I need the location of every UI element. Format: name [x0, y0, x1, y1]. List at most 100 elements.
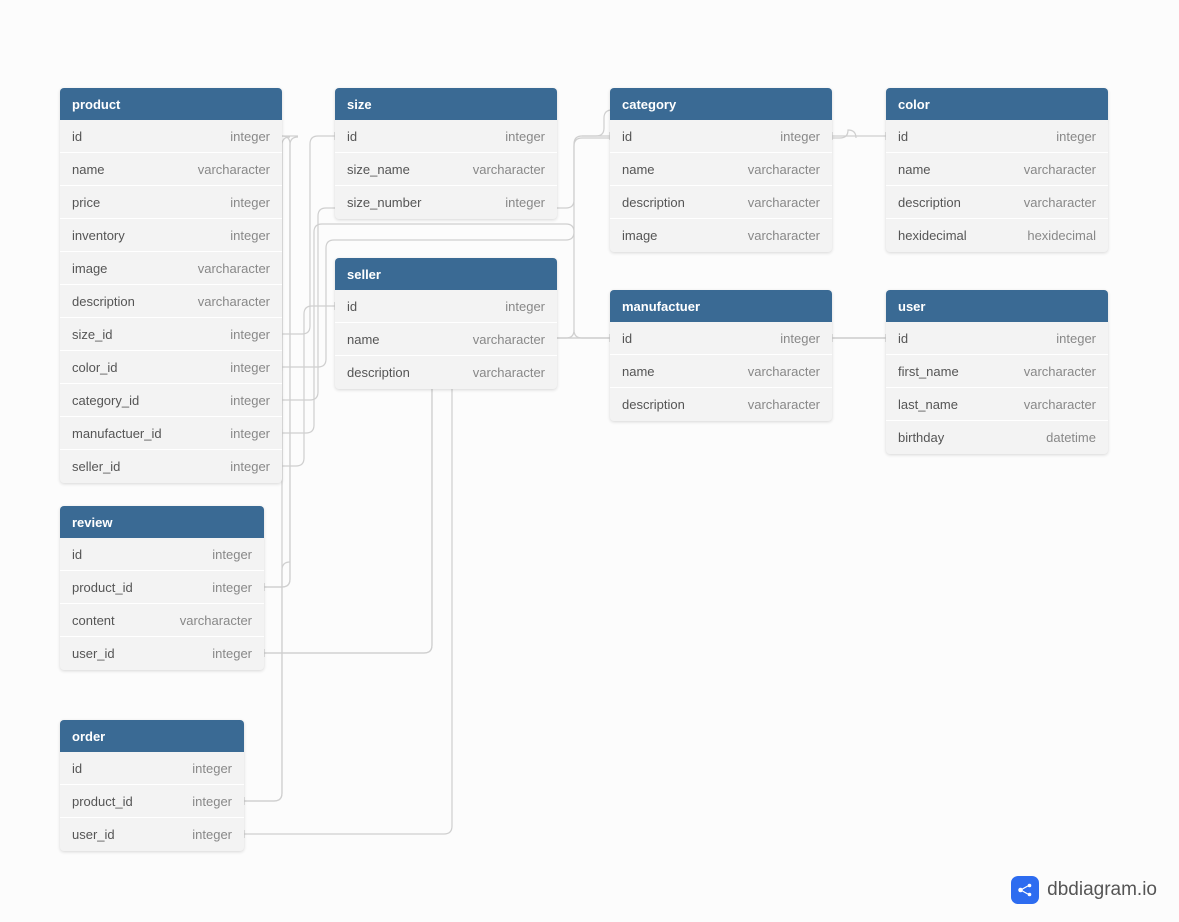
field-type: integer — [230, 129, 270, 144]
field-name: first_name — [898, 364, 959, 379]
field-row: id integer — [610, 120, 832, 153]
table-title: size — [347, 97, 372, 112]
field-name: id — [622, 129, 632, 144]
field-type: varcharacter — [473, 332, 545, 347]
watermark-text: dbdiagram.io — [1047, 879, 1157, 901]
field-name: user_id — [72, 646, 115, 661]
field-row: hexidecimalhexidecimal — [886, 219, 1108, 252]
field-row: namevarcharacter — [610, 153, 832, 186]
field-name: name — [72, 162, 105, 177]
field-row: inventory integer — [60, 219, 282, 252]
field-row: imagevarcharacter — [60, 252, 282, 285]
field-type: integer — [230, 426, 270, 441]
field-name: id — [72, 547, 82, 562]
field-row: user_idinteger — [60, 818, 244, 851]
field-row: priceinteger — [60, 186, 282, 219]
field-name: price — [72, 195, 100, 210]
table-header-manufactuer: manufactuer — [610, 290, 832, 322]
field-type: integer — [230, 228, 270, 243]
field-type: varcharacter — [1024, 162, 1096, 177]
table-header-order: order — [60, 720, 244, 752]
field-type: integer — [505, 299, 545, 314]
field-name: description — [72, 294, 135, 309]
field-name: inventory — [72, 228, 125, 243]
field-row: last_namevarcharacter — [886, 388, 1108, 421]
field-type: varcharacter — [198, 294, 270, 309]
field-name: name — [622, 162, 655, 177]
field-row: idinteger — [60, 120, 282, 153]
field-name: product_id — [72, 580, 133, 595]
field-type: integer — [230, 360, 270, 375]
field-row: idinteger — [60, 538, 264, 571]
table-product[interactable]: product idinteger namevarcharacter price… — [60, 88, 282, 483]
field-row: idinteger — [335, 120, 557, 153]
table-title: user — [898, 299, 925, 314]
field-row: namevarcharacter — [335, 323, 557, 356]
field-name: birthday — [898, 430, 944, 445]
field-row: description varcharacter — [60, 285, 282, 318]
table-header-size: size — [335, 88, 557, 120]
field-name: image — [622, 228, 657, 243]
field-name: color_id — [72, 360, 118, 375]
field-row: namevarcharacter — [886, 153, 1108, 186]
table-category[interactable]: category idinteger namevarcharacter desc… — [610, 88, 832, 252]
table-title: review — [72, 515, 112, 530]
field-type: varcharacter — [748, 195, 820, 210]
table-seller[interactable]: seller idinteger namevarcharacter descri… — [335, 258, 557, 389]
field-name: size_id — [72, 327, 112, 342]
field-row: size_namevarcharacter — [335, 153, 557, 186]
field-row: id integer — [335, 290, 557, 323]
field-name: id — [347, 299, 357, 314]
field-type: integer — [230, 327, 270, 342]
field-type: integer — [230, 393, 270, 408]
field-name: description — [898, 195, 961, 210]
field-type: integer — [505, 195, 545, 210]
table-header-color: color — [886, 88, 1108, 120]
table-size[interactable]: size idinteger size_namevarcharacter siz… — [335, 88, 557, 219]
table-header-category: category — [610, 88, 832, 120]
field-name: content — [72, 613, 115, 628]
field-row: namevarcharacter — [60, 153, 282, 186]
field-name: description — [622, 195, 685, 210]
field-name: hexidecimal — [898, 228, 967, 243]
field-row: idinteger — [60, 752, 244, 785]
table-title: category — [622, 97, 676, 112]
field-row: description varcharacter — [610, 186, 832, 219]
field-type: varcharacter — [473, 162, 545, 177]
field-type: varcharacter — [748, 397, 820, 412]
field-name: id — [898, 129, 908, 144]
field-row: first_name varcharacter — [886, 355, 1108, 388]
field-row: contentvarcharacter — [60, 604, 264, 637]
table-manufactuer[interactable]: manufactuer idinteger namevarcharacter d… — [610, 290, 832, 421]
field-name: description — [347, 365, 410, 380]
field-type: varcharacter — [198, 261, 270, 276]
table-order[interactable]: order idinteger product_id integer user_i… — [60, 720, 244, 851]
field-type: datetime — [1046, 430, 1096, 445]
field-name: name — [622, 364, 655, 379]
table-title: manufactuer — [622, 299, 700, 314]
field-type: varcharacter — [748, 364, 820, 379]
table-header-user: user — [886, 290, 1108, 322]
field-row: id integer — [886, 120, 1108, 153]
field-type: varcharacter — [1024, 364, 1096, 379]
field-type: integer — [1056, 331, 1096, 346]
field-name: size_number — [347, 195, 421, 210]
field-name: id — [898, 331, 908, 346]
field-type: integer — [1056, 129, 1096, 144]
field-row: birthday datetime — [886, 421, 1108, 454]
field-name: product_id — [72, 794, 133, 809]
table-review[interactable]: review idinteger product_idinteger conte… — [60, 506, 264, 670]
field-name: id — [72, 761, 82, 776]
field-row: product_id integer — [60, 785, 244, 818]
field-row: size_number integer — [335, 186, 557, 219]
field-row: size_id integer — [60, 318, 282, 351]
table-user[interactable]: user id integer first_name varcharacter la… — [886, 290, 1108, 454]
diagram-canvas[interactable]: product idinteger namevarcharacter price… — [0, 0, 1179, 922]
field-name: user_id — [72, 827, 115, 842]
field-type: integer — [780, 129, 820, 144]
field-type: integer — [192, 794, 232, 809]
table-color[interactable]: color id integer namevarcharacter descrip… — [886, 88, 1108, 252]
field-row: descriptionvarcharacter — [335, 356, 557, 389]
field-name: seller_id — [72, 459, 120, 474]
field-type: integer — [505, 129, 545, 144]
